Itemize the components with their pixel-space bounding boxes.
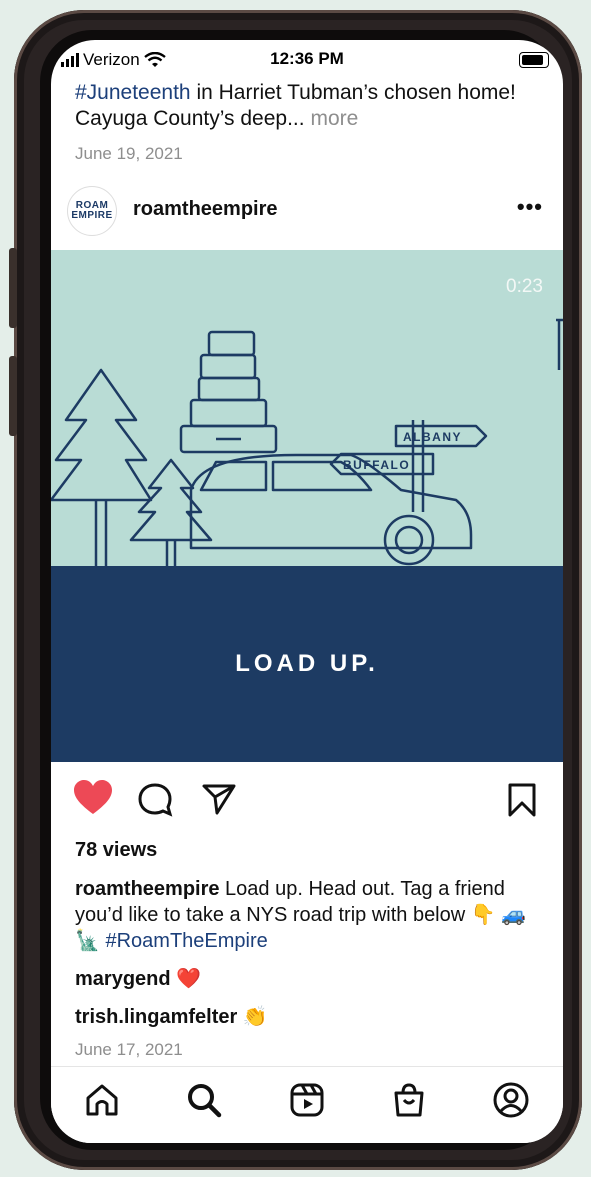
views-count[interactable]: 78 views	[75, 839, 157, 862]
comment-emoji: 👏	[242, 1006, 268, 1028]
previous-post-date: June 19, 2021	[75, 144, 183, 163]
previous-post-hashtag[interactable]: #Juneteenth	[75, 81, 191, 104]
app-screen: Verizon 12:36 PM #Juneteenth in Harriet …	[51, 40, 563, 1143]
previous-post-caption: #Juneteenth in Harriet Tubman’s chosen h…	[75, 80, 545, 132]
shop-icon[interactable]	[390, 1081, 428, 1119]
comment-row: marygend ❤️	[75, 966, 201, 991]
comment-emoji: ❤️	[176, 968, 202, 990]
status-time: 12:36 PM	[270, 49, 344, 68]
share-icon[interactable]	[201, 782, 237, 816]
media-caption-text: LOAD UP.	[235, 650, 379, 677]
post-username[interactable]: roamtheempire	[133, 198, 278, 221]
tall-tree	[51, 368, 153, 502]
avatar-text-empire: EMPIRE	[71, 210, 113, 221]
post-caption: roamtheempire Load up. Head out. Tag a f…	[75, 876, 545, 954]
road-trip-illustration: ALBANY BUFFALO	[51, 318, 563, 566]
caption-hashtag[interactable]: #RoamTheEmpire	[105, 930, 267, 952]
more-link[interactable]: more	[310, 107, 358, 130]
reels-icon[interactable]	[288, 1081, 326, 1119]
home-icon[interactable]	[83, 1081, 121, 1119]
albany-sign-text: ALBANY	[403, 430, 462, 444]
post-media[interactable]: ALBANY BUFFALO 0:23 LOAD UP.	[51, 250, 563, 762]
comment-username[interactable]: marygend	[75, 968, 171, 990]
volume-down-button	[9, 356, 17, 436]
comment-username[interactable]: trish.lingamfelter	[75, 1006, 237, 1028]
post-actions	[51, 762, 563, 832]
car-wheel	[383, 514, 435, 566]
car-body	[189, 453, 473, 550]
profile-icon[interactable]	[492, 1081, 530, 1119]
caption-username[interactable]: roamtheempire	[75, 878, 220, 900]
bookmark-icon[interactable]	[507, 782, 537, 818]
video-timer: 0:23	[506, 276, 543, 297]
buffalo-sign-text: BUFFALO	[343, 458, 410, 472]
status-bar: Verizon 12:36 PM	[51, 40, 563, 78]
bottom-nav	[51, 1066, 563, 1143]
avatar[interactable]: ROAM EMPIRE	[67, 186, 117, 236]
comment-row: trish.lingamfelter 👏	[75, 1004, 268, 1029]
post-header: ROAM EMPIRE roamtheempire •••	[51, 180, 563, 248]
search-icon[interactable]	[185, 1081, 223, 1119]
volume-up-button	[9, 248, 17, 328]
more-options-icon[interactable]: •••	[517, 194, 543, 220]
post-date: June 17, 2021	[75, 1040, 183, 1059]
heart-icon[interactable]	[73, 780, 113, 816]
battery-icon	[519, 52, 549, 68]
comment-icon[interactable]	[137, 782, 173, 818]
